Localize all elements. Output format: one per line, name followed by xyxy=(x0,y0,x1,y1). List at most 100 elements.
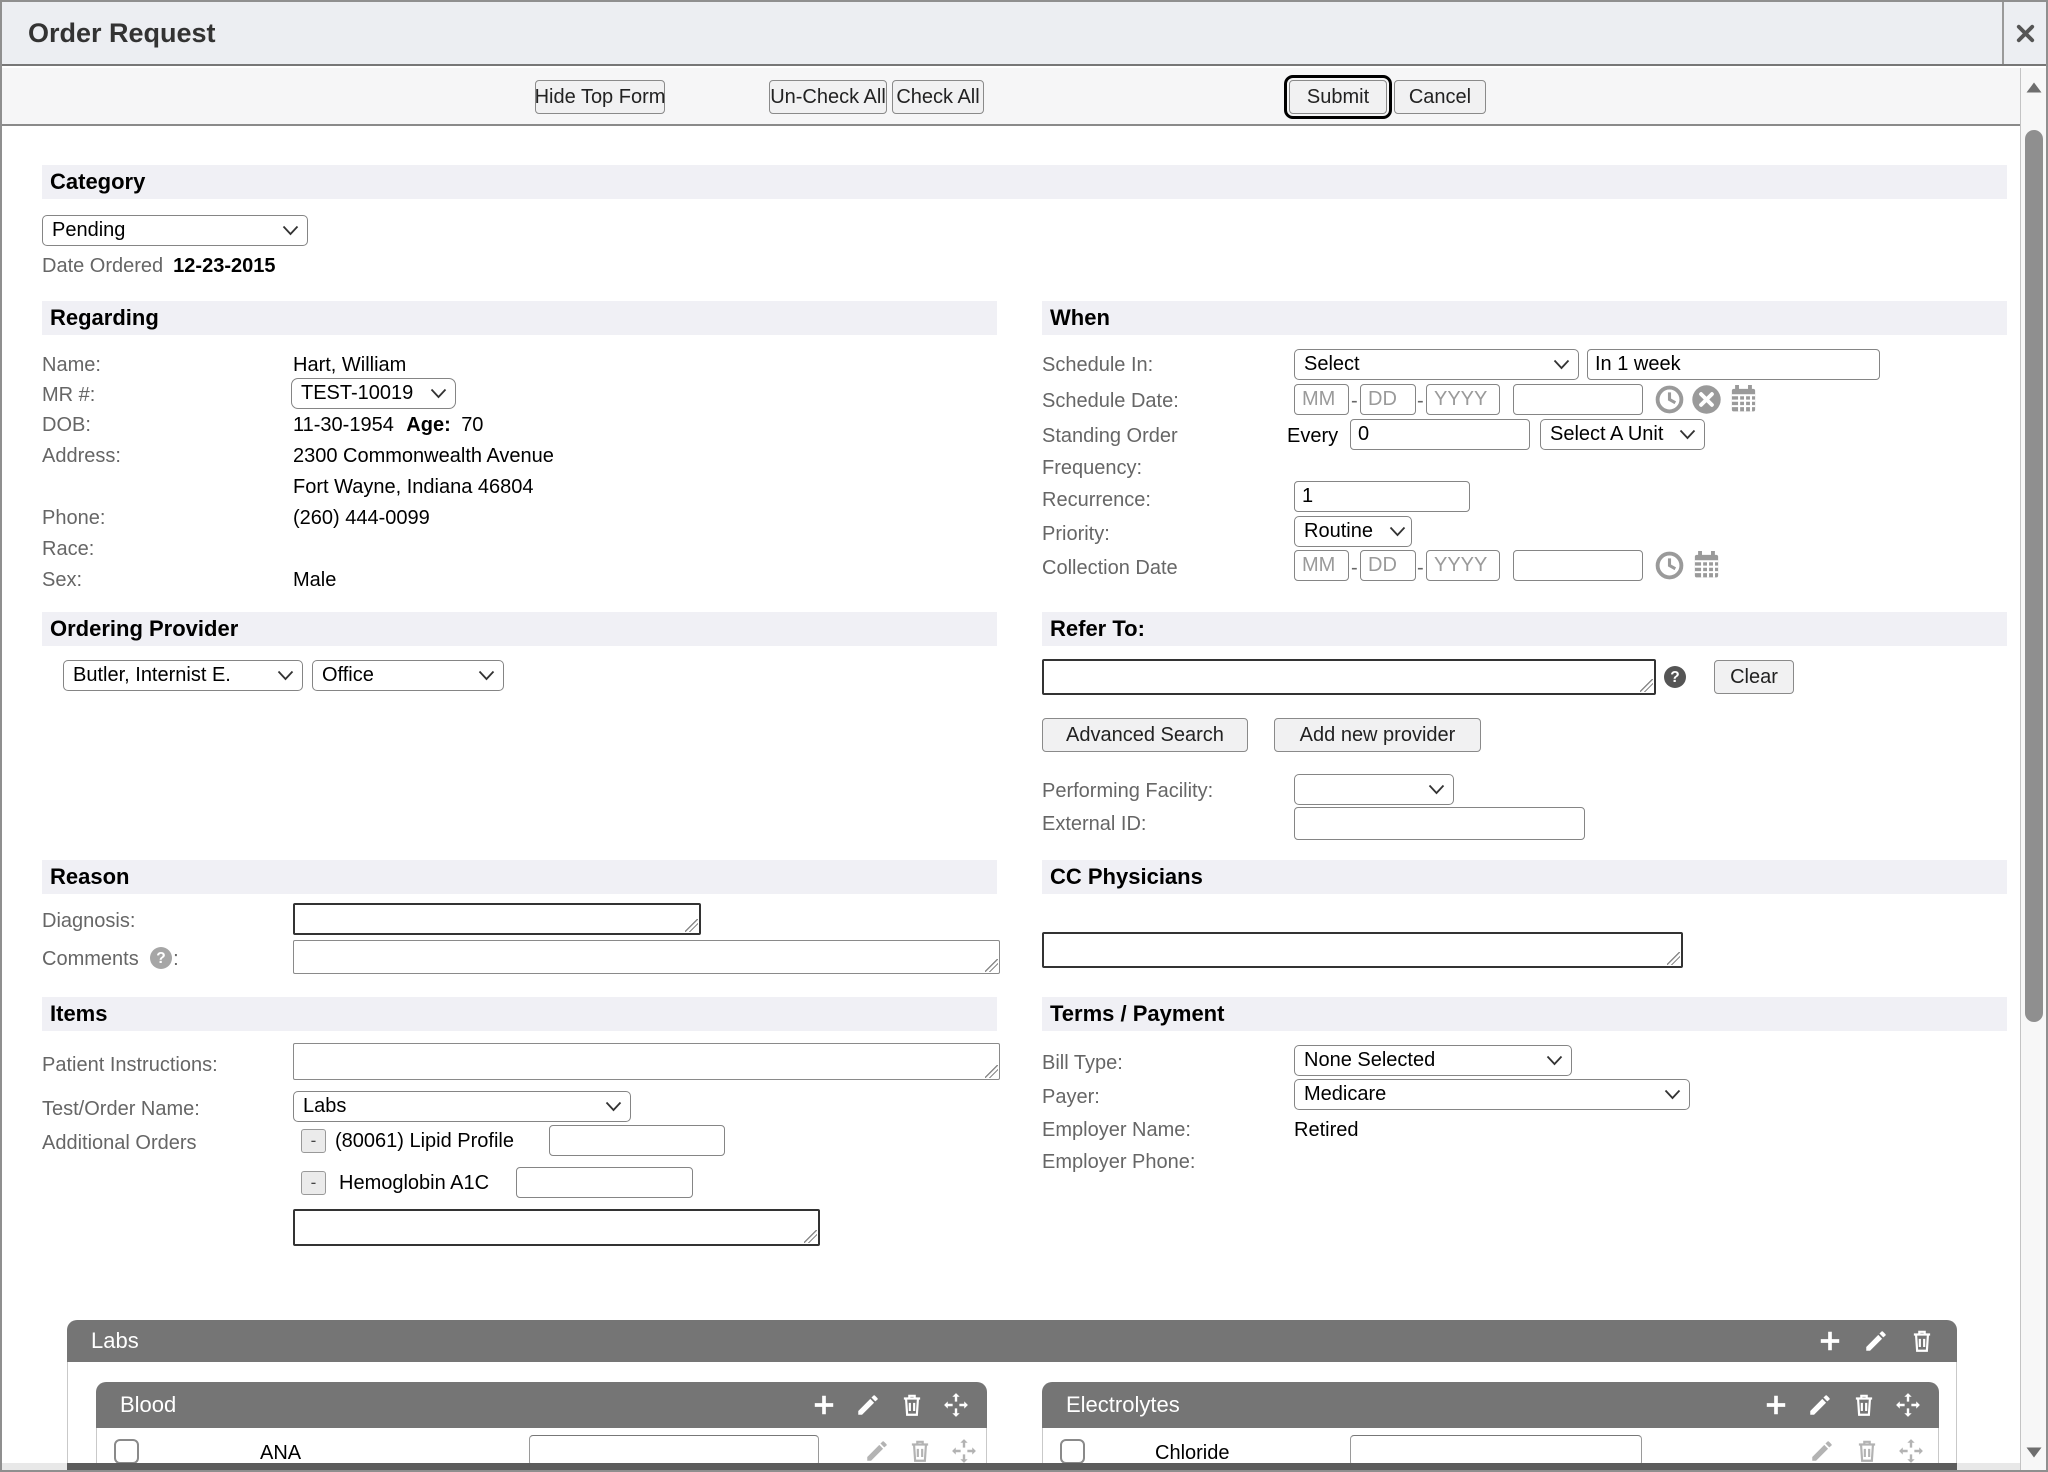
order-item-input[interactable] xyxy=(549,1125,725,1156)
move-icon[interactable] xyxy=(951,1438,977,1464)
category-select[interactable]: Pending xyxy=(42,215,308,246)
diagnosis-input[interactable] xyxy=(293,903,701,935)
unit-select[interactable]: Select A Unit xyxy=(1540,419,1705,450)
schedule-in-input[interactable]: In 1 week xyxy=(1587,349,1880,380)
recurrence-input[interactable]: 1 xyxy=(1294,481,1470,512)
minus-label: - xyxy=(311,1131,317,1151)
help-icon[interactable] xyxy=(1663,665,1687,689)
schedule-in-select-value: Select xyxy=(1304,353,1360,376)
provider-select[interactable]: Butler, Internist E. xyxy=(63,660,303,691)
sex-label: Sex: xyxy=(42,569,82,592)
schedule-date-dd-input[interactable]: DD xyxy=(1360,384,1416,415)
frequency-label: Frequency: xyxy=(1042,457,1142,480)
patient-instructions-textarea[interactable] xyxy=(293,1043,1000,1080)
electrolytes-group-title: Electrolytes xyxy=(1066,1392,1180,1418)
edit-icon[interactable] xyxy=(1809,1438,1835,1464)
delete-icon[interactable] xyxy=(899,1392,925,1418)
test-order-select[interactable]: Labs xyxy=(293,1091,631,1122)
order-item-input[interactable] xyxy=(516,1167,693,1198)
blood-group-header: Blood xyxy=(96,1382,987,1428)
submit-button[interactable]: Submit xyxy=(1289,80,1387,114)
close-button[interactable] xyxy=(2002,2,2046,64)
chevron-down-icon xyxy=(430,388,447,399)
blood-group-title: Blood xyxy=(120,1392,176,1418)
edit-icon[interactable] xyxy=(1863,1328,1889,1354)
items-header-label: Items xyxy=(50,1001,107,1027)
lab-item-input[interactable] xyxy=(1350,1435,1642,1466)
collection-date-yyyy-input[interactable]: YYYY xyxy=(1426,550,1500,581)
items-header: Items xyxy=(42,997,997,1031)
edit-icon[interactable] xyxy=(1807,1392,1833,1418)
employer-name-label: Employer Name: xyxy=(1042,1119,1191,1142)
calendar-icon[interactable] xyxy=(1728,383,1759,414)
collection-date-dd-input[interactable]: DD xyxy=(1360,550,1416,581)
every-input[interactable]: 0 xyxy=(1350,419,1530,450)
date-separator: - xyxy=(1417,557,1424,580)
remove-order-button[interactable]: - xyxy=(301,1129,326,1153)
delete-icon[interactable] xyxy=(907,1438,933,1464)
advanced-search-button[interactable]: Advanced Search xyxy=(1042,718,1248,752)
priority-select-value: Routine xyxy=(1304,520,1373,543)
clock-icon[interactable] xyxy=(1654,550,1685,581)
blood-group-actions xyxy=(811,1392,987,1418)
mr-select[interactable]: TEST-10019 xyxy=(291,378,456,409)
bill-type-select[interactable]: None Selected xyxy=(1294,1045,1572,1076)
schedule-date-mm-input[interactable]: MM xyxy=(1294,384,1349,415)
performing-facility-select[interactable] xyxy=(1294,774,1454,805)
lab-item-input[interactable] xyxy=(529,1435,819,1466)
cancel-button[interactable]: Cancel xyxy=(1394,80,1486,114)
dd-placeholder: DD xyxy=(1368,554,1397,577)
payer-select[interactable]: Medicare xyxy=(1294,1079,1690,1110)
add-new-provider-button[interactable]: Add new provider xyxy=(1274,718,1481,752)
collection-date-time-input[interactable] xyxy=(1513,550,1643,581)
refer-to-input[interactable] xyxy=(1042,659,1656,695)
provider-location-select[interactable]: Office xyxy=(312,660,504,691)
edit-icon[interactable] xyxy=(864,1438,890,1464)
uncheck-all-button[interactable]: Un-Check All xyxy=(769,80,887,114)
lab-checkbox[interactable] xyxy=(1060,1439,1085,1464)
collection-date-mm-input[interactable]: MM xyxy=(1294,550,1349,581)
ordering-provider-header-label: Ordering Provider xyxy=(50,616,238,642)
hide-top-form-button[interactable]: Hide Top Form xyxy=(535,80,665,114)
dob-date: 11-30-1954 xyxy=(293,414,394,436)
scroll-up-icon[interactable] xyxy=(2022,76,2046,100)
add-icon[interactable] xyxy=(811,1392,837,1418)
payer-label: Payer: xyxy=(1042,1086,1100,1109)
comments-textarea[interactable] xyxy=(293,940,1000,974)
priority-select[interactable]: Routine xyxy=(1294,516,1412,547)
schedule-date-label: Schedule Date: xyxy=(1042,390,1179,413)
vertical-scrollbar[interactable] xyxy=(2020,68,2046,1472)
phone-value: (260) 444-0099 xyxy=(293,507,430,530)
move-icon[interactable] xyxy=(1895,1392,1921,1418)
schedule-date-yyyy-input[interactable]: YYYY xyxy=(1426,384,1500,415)
bottom-edge-bar xyxy=(67,1463,1957,1470)
scroll-down-icon[interactable] xyxy=(2022,1440,2046,1464)
clear-button[interactable]: Clear xyxy=(1714,660,1794,694)
clear-date-icon[interactable] xyxy=(1691,384,1722,415)
cc-physicians-input[interactable] xyxy=(1042,932,1683,968)
address-label: Address: xyxy=(42,445,121,468)
delete-icon[interactable] xyxy=(1854,1438,1880,1464)
remove-order-button[interactable]: - xyxy=(301,1171,326,1195)
schedule-date-time-input[interactable] xyxy=(1513,384,1643,415)
move-icon[interactable] xyxy=(1898,1438,1924,1464)
delete-icon[interactable] xyxy=(1851,1392,1877,1418)
delete-icon[interactable] xyxy=(1909,1328,1935,1354)
lab-checkbox[interactable] xyxy=(114,1439,139,1464)
dd-placeholder: DD xyxy=(1368,388,1397,411)
when-header-label: When xyxy=(1050,305,1110,331)
test-order-select-value: Labs xyxy=(303,1095,346,1118)
additional-orders-textarea[interactable] xyxy=(293,1209,820,1246)
edit-icon[interactable] xyxy=(855,1392,881,1418)
scrollbar-thumb[interactable] xyxy=(2025,130,2043,1022)
add-icon[interactable] xyxy=(1817,1328,1843,1354)
labs-panel-header: Labs xyxy=(67,1320,1957,1362)
clock-icon[interactable] xyxy=(1654,384,1685,415)
external-id-input[interactable] xyxy=(1294,807,1585,840)
check-all-button[interactable]: Check All xyxy=(892,80,984,114)
help-icon[interactable] xyxy=(149,946,173,970)
move-icon[interactable] xyxy=(943,1392,969,1418)
calendar-icon[interactable] xyxy=(1691,549,1722,580)
schedule-in-select[interactable]: Select xyxy=(1294,349,1579,380)
add-icon[interactable] xyxy=(1763,1392,1789,1418)
